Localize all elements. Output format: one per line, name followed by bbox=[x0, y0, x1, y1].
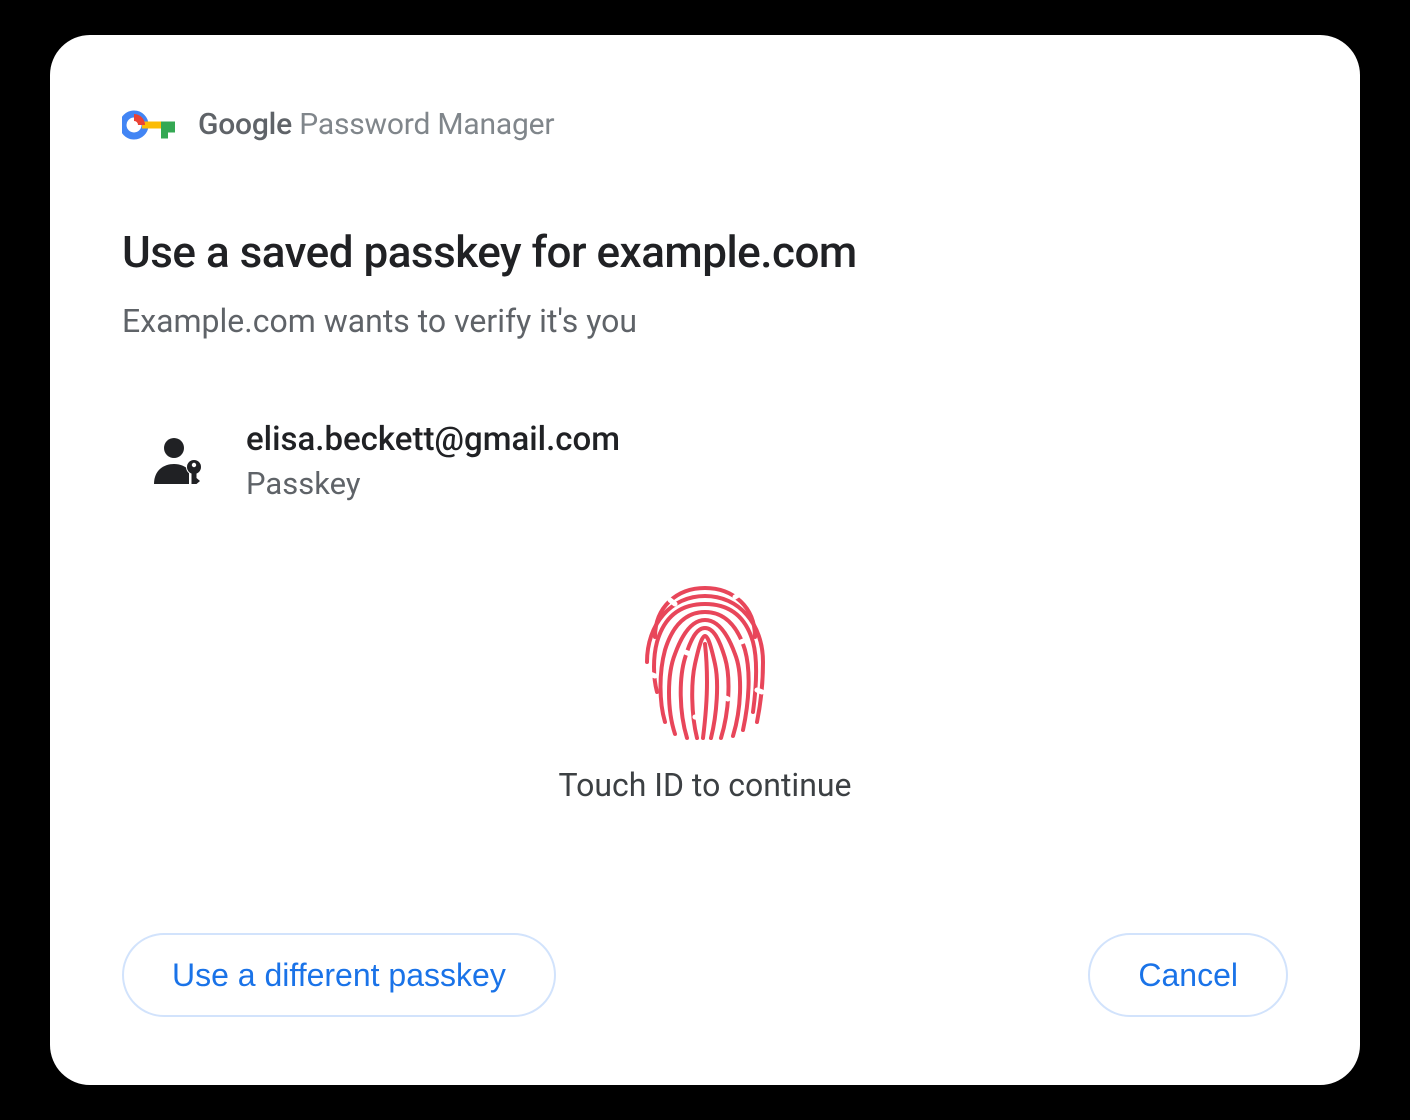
account-type: Passkey bbox=[246, 465, 620, 502]
brand-label: Google Password Manager bbox=[198, 107, 554, 142]
dialog-header: Google Password Manager bbox=[122, 107, 1288, 142]
touchid-prompt: Touch ID to continue bbox=[559, 766, 852, 804]
dialog-title: Use a saved passkey for example.com bbox=[122, 226, 1288, 278]
use-different-passkey-button[interactable]: Use a different passkey bbox=[122, 933, 556, 1017]
account-info: elisa.beckett@gmail.com Passkey bbox=[246, 420, 620, 502]
dialog-subtitle: Example.com wants to verify it's you bbox=[122, 302, 1288, 340]
account-row: elisa.beckett@gmail.com Passkey bbox=[152, 420, 1288, 502]
brand-google: Google bbox=[198, 107, 292, 142]
password-manager-key-icon bbox=[122, 108, 176, 142]
fingerprint-icon[interactable] bbox=[635, 582, 775, 742]
touchid-section: Touch ID to continue bbox=[122, 582, 1288, 804]
brand-product: Password Manager bbox=[292, 107, 554, 142]
passkey-dialog: Google Password Manager Use a saved pass… bbox=[50, 35, 1360, 1085]
account-email: elisa.beckett@gmail.com bbox=[246, 420, 620, 459]
button-row: Use a different passkey Cancel bbox=[122, 933, 1288, 1017]
cancel-button[interactable]: Cancel bbox=[1088, 933, 1288, 1017]
user-passkey-icon bbox=[152, 436, 206, 486]
